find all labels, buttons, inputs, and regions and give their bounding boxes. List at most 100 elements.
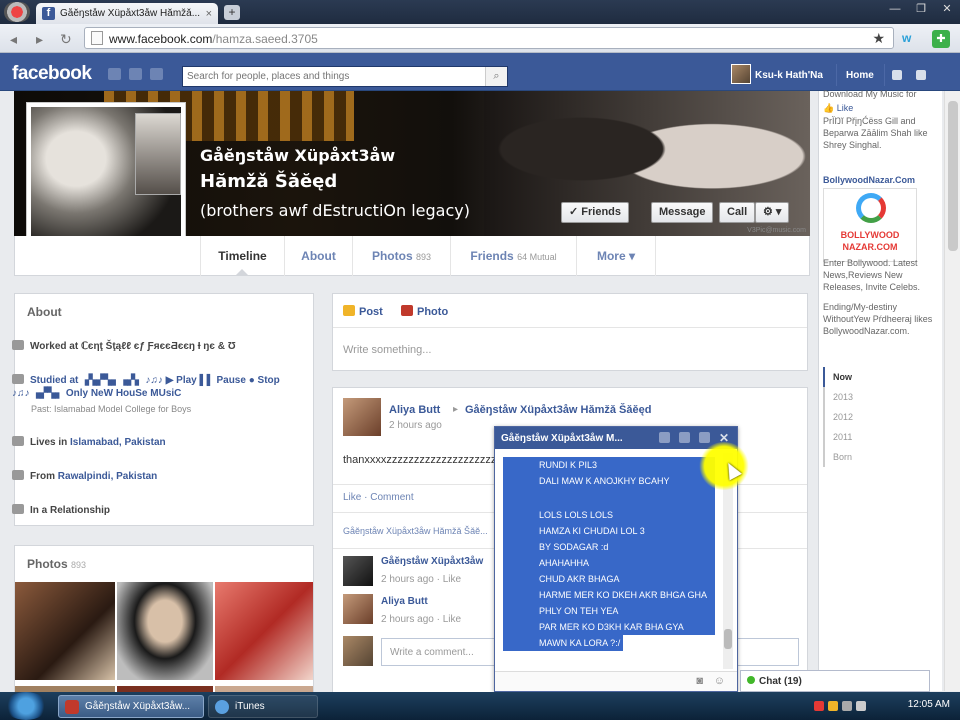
photo-thumbnail[interactable] <box>215 582 313 680</box>
user-name-link[interactable]: Ksu-k Hath'Na <box>755 70 823 81</box>
about-lives: Lives in Islamabad, Pakistan <box>12 436 292 449</box>
year-2013[interactable]: 2013 <box>825 387 863 407</box>
facebook-logo[interactable]: facebook <box>12 63 92 85</box>
ad-title-link[interactable]: BollywoodNazar.Com <box>823 175 915 185</box>
chat-sidebar-button[interactable]: Chat (19) <box>740 670 930 692</box>
extension-icon[interactable]: w <box>902 31 911 45</box>
user-avatar[interactable] <box>731 64 751 84</box>
location-pin-icon <box>12 470 24 480</box>
find-friends-icon[interactable] <box>892 70 902 80</box>
emoticon-icon[interactable]: ☺ <box>714 675 725 687</box>
profile-picture-image <box>31 107 181 255</box>
chat-message: MAWN KA LORA ?:/ <box>503 635 623 651</box>
tab-title: Gåĕŋståw Xüpåxt3åw Hămžǎ... <box>60 8 201 19</box>
camera-icon[interactable]: ◙ <box>696 675 703 687</box>
scroll-thumb[interactable] <box>948 101 958 251</box>
new-tab-button[interactable]: + <box>224 5 240 20</box>
photo-thumbnail[interactable] <box>117 582 213 680</box>
home-link[interactable]: Home <box>846 70 874 81</box>
taskbar-browser[interactable]: Gåĕŋståw Xüpåxt3åw... <box>58 695 204 718</box>
like-link[interactable]: Like <box>343 492 361 503</box>
comment-author-link[interactable]: Aliya Butt <box>381 596 428 607</box>
photos-title[interactable]: Photos 893 <box>27 557 86 571</box>
taskbar-itunes[interactable]: iTunes <box>208 695 318 718</box>
network-icon[interactable] <box>842 701 852 711</box>
clock[interactable]: 12:05 AM <box>908 699 950 710</box>
lives-link[interactable]: Islamabad, Pakistan <box>70 437 166 448</box>
search-icon[interactable]: ⌕ <box>485 67 507 86</box>
ad-logo-icon <box>856 193 886 223</box>
profile-options-gear-button[interactable]: ⚙ ▾ <box>755 202 790 223</box>
chat-message: DALI MAW K ANOJKHY BCAHY <box>503 473 715 489</box>
back-button[interactable]: ◂ <box>10 31 17 48</box>
story-target-link[interactable]: Gåĕŋståw Xüpåxt3åw Hămžǎ Šǎĕęd <box>465 404 651 416</box>
tray-icon[interactable] <box>828 701 838 711</box>
notifications-icon[interactable] <box>150 68 163 80</box>
chat-header[interactable]: Gåĕŋståw Xüpåxt3åw M... ✕ <box>495 427 737 449</box>
page-icon <box>91 31 103 45</box>
composer-tab-post[interactable]: Post <box>343 305 383 318</box>
status-input[interactable]: Write something... <box>343 344 431 356</box>
ad-like-link[interactable]: 👍 Like <box>823 103 853 114</box>
story-timestamp[interactable]: 2 hours ago <box>389 420 442 431</box>
itunes-icon <box>215 700 229 714</box>
minimize-button[interactable]: — <box>882 0 908 20</box>
page-scrollbar[interactable] <box>944 91 960 691</box>
tab-about[interactable]: About <box>284 236 352 276</box>
close-window-button[interactable]: ✕ <box>934 0 960 20</box>
composer-tabs: Post Photo <box>333 294 807 328</box>
settings-gear-icon[interactable] <box>916 70 926 80</box>
friends-button[interactable]: ✓ Friends <box>561 202 630 223</box>
messages-icon[interactable] <box>129 68 142 80</box>
volume-icon[interactable] <box>856 701 866 711</box>
chat-messages[interactable]: RUNDI K PIL3 DALI MAW K ANOJKHY BCAHY LO… <box>499 453 717 675</box>
browser-logo-icon[interactable] <box>4 2 30 22</box>
browser-tab[interactable]: f Gåĕŋståw Xüpåxt3åw Hămžǎ... × <box>36 3 218 24</box>
my-avatar <box>343 636 373 666</box>
video-call-icon[interactable] <box>679 432 690 443</box>
comment-avatar[interactable] <box>343 594 373 624</box>
tab-timeline[interactable]: Timeline <box>200 236 284 276</box>
tab-photos[interactable]: Photos 893 <box>352 236 450 276</box>
tab-more[interactable]: More ▾ <box>576 236 656 276</box>
friend-requests-icon[interactable] <box>108 68 121 80</box>
year-2012[interactable]: 2012 <box>825 407 863 427</box>
chat-input[interactable]: ◙ ☺ <box>495 671 737 691</box>
about-work: Worked at ℂєηţ Šţąℓℓ єƒ ƑяєєƋєєŋ Ɨ ŋє & … <box>12 340 292 353</box>
extension-puzzle-icon[interactable]: ✚ <box>932 30 950 48</box>
tab-friends[interactable]: Friends 64 Mutual <box>450 236 576 276</box>
year-2011[interactable]: 2011 <box>825 427 863 447</box>
year-now[interactable]: Now <box>823 367 863 387</box>
about-title[interactable]: About <box>27 305 62 319</box>
comment-author-link[interactable]: Gåĕŋståw Xüpåxt3åw <box>381 556 483 567</box>
chat-settings-icon[interactable] <box>699 432 710 443</box>
address-bar[interactable]: www.facebook.com/hamza.saeed.3705 ★ <box>84 27 894 49</box>
bookmark-star-icon[interactable]: ★ <box>872 30 885 47</box>
cover-credit: V3Pic@music.com <box>747 227 806 234</box>
photo-thumbnail[interactable] <box>15 582 115 680</box>
year-born[interactable]: Born <box>825 447 863 467</box>
tray-icon[interactable] <box>814 701 824 711</box>
maximize-button[interactable]: ❐ <box>908 0 934 20</box>
ad-image[interactable]: BOLLYWOOD NAZAR.COM <box>823 188 917 262</box>
about-from: From Rawalpindi, Pakistan <box>12 470 292 483</box>
message-button[interactable]: Message <box>651 202 714 223</box>
story-author-avatar[interactable] <box>343 398 381 436</box>
chat-scroll-thumb[interactable] <box>724 629 732 649</box>
forward-button[interactable]: ▸ <box>36 31 43 48</box>
composer-tab-photo[interactable]: Photo <box>401 305 448 318</box>
comment-avatar[interactable] <box>343 556 373 586</box>
from-link[interactable]: Rawalpindi, Pakistan <box>58 471 157 482</box>
add-friend-icon[interactable] <box>659 432 670 443</box>
tab-close-icon[interactable]: × <box>206 8 212 20</box>
start-button[interactable] <box>4 692 48 720</box>
search-input[interactable] <box>183 67 473 86</box>
reload-button[interactable]: ↻ <box>60 31 72 48</box>
comment-link[interactable]: Comment <box>370 492 413 503</box>
story-author-link[interactable]: Aliya Butt <box>389 404 440 416</box>
browser-tabstrip: f Gåĕŋståw Xüpåxt3åw Hămžǎ... × + — ❐ ✕ <box>0 0 960 24</box>
heart-icon <box>12 504 24 514</box>
commenters-line[interactable]: Gåĕŋståw Xüpåxt3åw Hămžǎ Šǎĕ... <box>343 526 488 536</box>
call-button[interactable]: Call <box>719 202 756 223</box>
ad-text: Download My Music for <box>823 89 917 99</box>
